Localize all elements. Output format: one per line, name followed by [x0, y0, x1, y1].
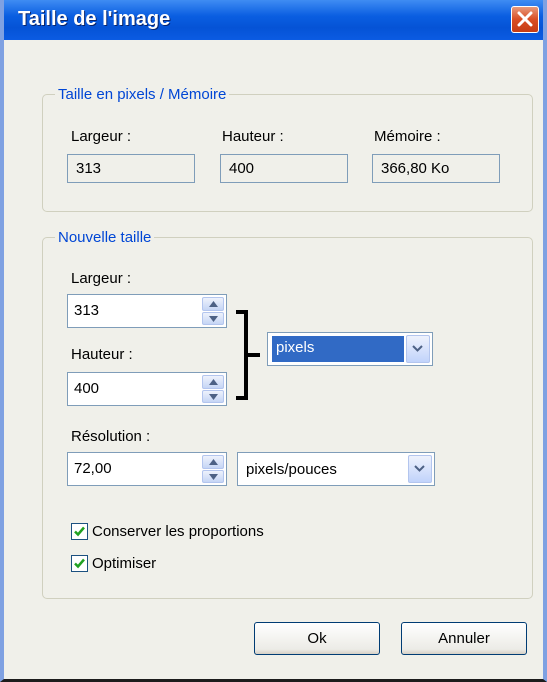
arrow-down-icon [209, 473, 218, 480]
memory-label: Mémoire : [374, 128, 441, 145]
checkmark-icon [74, 526, 85, 537]
dialog-title: Taille de l'image [18, 8, 171, 30]
new-size-legend: Nouvelle taille [58, 229, 152, 246]
new-height-label: Hauteur : [71, 346, 133, 363]
size-unit-dropdown[interactable]: pixels [267, 332, 433, 366]
new-width-value[interactable]: 313 [74, 302, 99, 319]
orig-height-label: Hauteur : [222, 128, 284, 145]
keep-proportions-label[interactable]: Conserver les proportions [92, 523, 264, 540]
close-button[interactable] [511, 6, 539, 33]
arrow-up-icon [209, 459, 218, 465]
resolution-label: Résolution : [71, 428, 151, 445]
resolution-unit-dropdown-button[interactable] [408, 455, 432, 483]
new-width-label: Largeur : [71, 270, 132, 287]
resolution-value[interactable]: 72,00 [74, 460, 112, 477]
size-unit-dropdown-button[interactable] [406, 335, 430, 363]
resolution-unit-dropdown[interactable]: pixels/pouces [237, 452, 435, 486]
new-height-spinner[interactable]: 400 [67, 372, 227, 406]
keep-proportions-checkbox[interactable] [71, 523, 88, 540]
resolution-unit-value[interactable]: pixels/pouces [246, 461, 337, 478]
memory-field: 366,80 Ko [372, 154, 500, 183]
pixels-memory-group: Taille en pixels / Mémoire [42, 86, 533, 212]
title-bar: Taille de l'image [4, 0, 543, 40]
orig-height-field: 400 [220, 154, 348, 183]
chevron-down-icon [412, 345, 423, 352]
ok-button[interactable]: Ok [254, 622, 380, 655]
orig-width-field: 313 [67, 154, 195, 183]
pixels-memory-legend: Taille en pixels / Mémoire [58, 86, 227, 103]
orig-width-label: Largeur : [71, 128, 132, 145]
new-width-up-button[interactable] [202, 297, 224, 311]
arrow-down-icon [209, 315, 218, 322]
size-unit-value[interactable]: pixels [272, 336, 404, 362]
arrow-down-icon [209, 393, 218, 400]
new-width-down-button[interactable] [202, 311, 224, 325]
resolution-down-button[interactable] [202, 469, 224, 483]
resolution-spinner[interactable]: 72,00 [67, 452, 227, 486]
optimize-checkbox[interactable] [71, 555, 88, 572]
resolution-up-button[interactable] [202, 455, 224, 469]
new-width-spinner[interactable]: 313 [67, 294, 227, 328]
arrow-up-icon [209, 301, 218, 307]
chevron-down-icon [414, 465, 425, 472]
new-height-up-button[interactable] [202, 375, 224, 389]
new-height-down-button[interactable] [202, 389, 224, 403]
link-bracket-icon [236, 310, 260, 400]
close-icon [517, 11, 533, 27]
arrow-up-icon [209, 379, 218, 385]
cancel-button[interactable]: Annuler [401, 622, 527, 655]
optimize-label[interactable]: Optimiser [92, 555, 156, 572]
new-height-value[interactable]: 400 [74, 380, 99, 397]
dialog-window: Taille de l'image Taille en pixels / Mém… [0, 0, 547, 682]
checkmark-icon [74, 558, 85, 569]
